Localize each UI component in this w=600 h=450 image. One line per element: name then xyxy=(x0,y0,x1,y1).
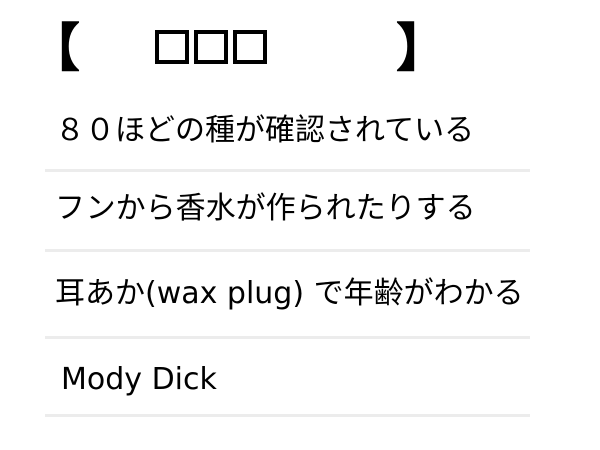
open-bracket: 【 xyxy=(28,19,81,79)
missing-glyph-box: □ xyxy=(194,30,228,64)
missing-glyph-box: □ xyxy=(155,30,189,64)
list-item-label: ８０ほどの種が確認されている xyxy=(55,113,475,148)
missing-glyph-box: □ xyxy=(233,30,267,64)
list-item: ８０ほどの種が確認されている xyxy=(45,98,530,172)
list-item-label: Mody Dick xyxy=(61,362,217,397)
list-item-label: フンから香水が作られたりする xyxy=(55,191,476,226)
title-glyphs: □ □ □ xyxy=(155,30,267,70)
fact-list: ８０ほどの種が確認されている フンから香水が作られたりする 耳あか(wax pl… xyxy=(45,98,530,417)
list-item: フンから香水が作られたりする xyxy=(45,172,530,252)
list-item: Mody Dick xyxy=(45,339,530,417)
page-title: 【 □ □ □ 】 xyxy=(0,14,600,84)
close-bracket: 】 xyxy=(396,19,449,79)
list-item-label: 耳あか(wax plug) で年齢がわかる xyxy=(55,276,524,311)
list-item: 耳あか(wax plug) で年齢がわかる xyxy=(45,252,530,339)
